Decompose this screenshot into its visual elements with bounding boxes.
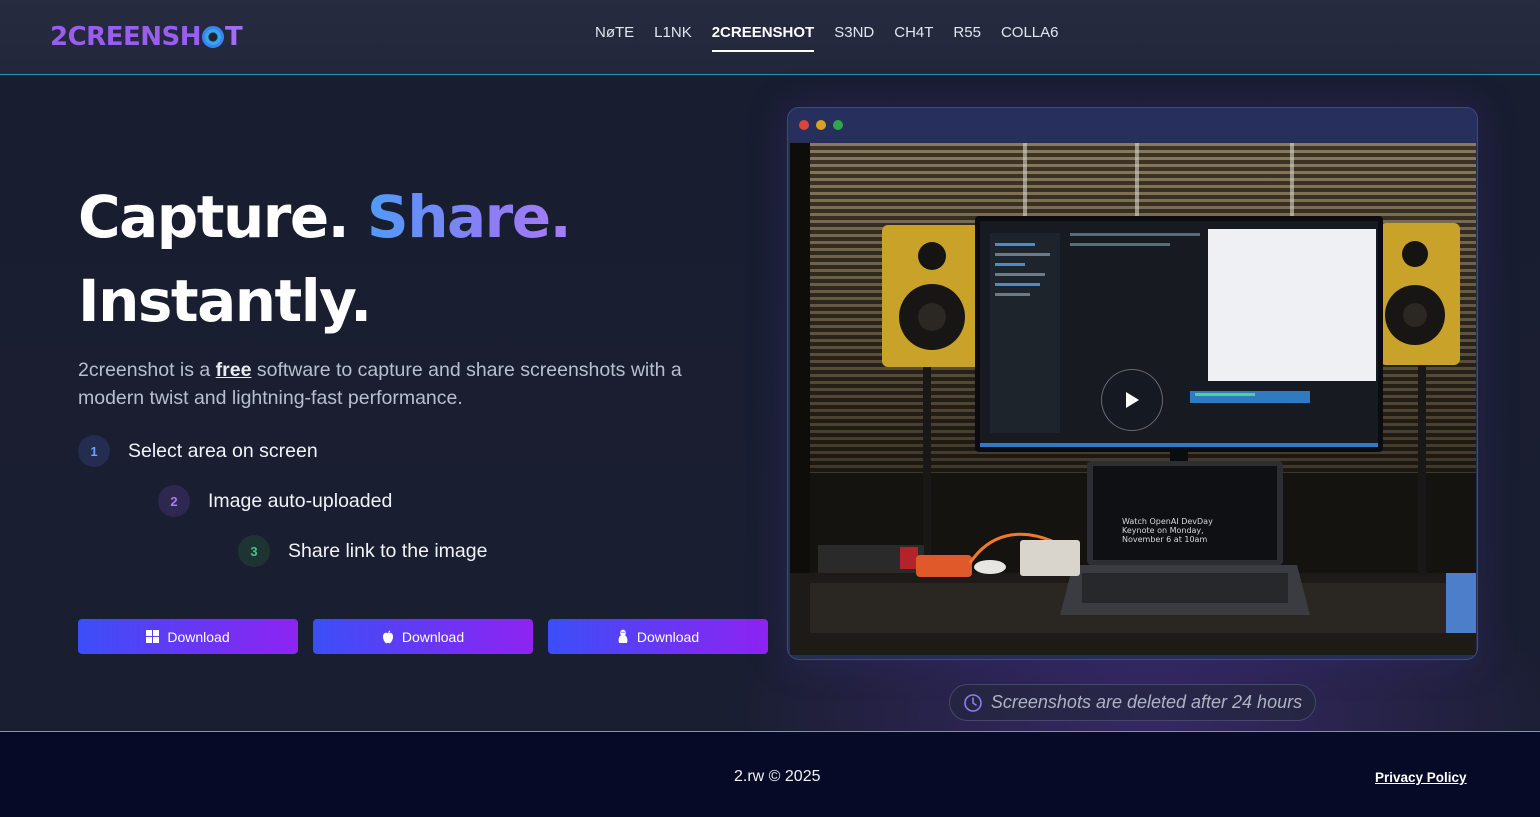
step-number-badge: 3 — [238, 535, 270, 567]
maximize-dot-icon — [833, 120, 843, 130]
logo[interactable]: 2CREENSH T — [50, 20, 243, 54]
main-nav: NøTE L1NK 2CREENSHOT S3ND CH4T R55 COLLA… — [595, 24, 1059, 52]
nav-item-screenshot[interactable]: 2CREENSHOT — [711, 24, 815, 52]
clock-icon — [964, 693, 982, 712]
apple-icon — [382, 630, 393, 643]
aperture-icon — [201, 26, 224, 48]
play-icon — [1126, 392, 1139, 408]
logo-text: 2CREENSH — [50, 22, 201, 52]
privacy-policy-link[interactable]: Privacy Policy — [1375, 770, 1467, 785]
free-link[interactable]: free — [216, 359, 252, 381]
nav-item-rss[interactable]: R55 — [953, 24, 981, 52]
step-label: Select area on screen — [128, 439, 318, 462]
headline-capture: Capture. — [78, 183, 350, 251]
download-macos-button[interactable]: Download — [313, 619, 533, 654]
nav-item-chat[interactable]: CH4T — [894, 24, 933, 52]
step-number-badge: 1 — [78, 435, 110, 467]
minimize-dot-icon — [816, 120, 826, 130]
hero-description: 2creenshot is a free software to capture… — [78, 356, 718, 412]
close-dot-icon — [799, 120, 809, 130]
step-share-link: 3 Share link to the image — [238, 535, 487, 567]
hero-section: Capture. Share. Instantly. 2creenshot is… — [0, 75, 1540, 731]
linux-icon — [618, 629, 628, 643]
preview-window: Watch OpenAI DevDay Keynote on Monday, Nov… — [787, 107, 1478, 660]
download-windows-button[interactable]: Download — [78, 619, 298, 654]
headline-instantly: Instantly. — [78, 267, 372, 335]
step-select-area: 1 Select area on screen — [78, 435, 318, 467]
download-label: Download — [167, 628, 230, 645]
hero-headline: Capture. Share. Instantly. — [78, 175, 572, 343]
laptop-screen-text: Watch OpenAI DevDay Keynote on Monday, Nov… — [1122, 517, 1213, 544]
notice-text: Screenshots are deleted after 24 hours — [990, 692, 1303, 712]
nav-item-send[interactable]: S3ND — [834, 24, 874, 52]
copyright-text: 2.rw © 2025 — [734, 768, 821, 785]
lead-text-start: 2creenshot is a — [78, 359, 216, 381]
window-titlebar — [788, 108, 1477, 142]
site-header: 2CREENSH T NøTE L1NK 2CREENSHOT S3ND CH4… — [0, 0, 1540, 75]
logo-text-suffix: T — [224, 22, 243, 52]
nav-item-collab[interactable]: COLLA6 — [1001, 24, 1059, 52]
windows-icon — [146, 630, 160, 643]
nav-item-link[interactable]: L1NK — [654, 24, 692, 52]
download-label: Download — [636, 628, 700, 645]
step-auto-upload: 2 Image auto-uploaded — [158, 485, 392, 517]
step-number-badge: 2 — [158, 485, 190, 517]
play-button[interactable] — [1101, 369, 1163, 431]
site-footer: 2.rw © 2025 Privacy Policy — [0, 731, 1540, 817]
download-linux-button[interactable]: Download — [548, 619, 768, 654]
headline-share: Share. — [366, 183, 572, 251]
download-label: Download — [401, 628, 465, 645]
step-label: Share link to the image — [288, 539, 488, 562]
nav-item-note[interactable]: NøTE — [595, 24, 634, 52]
retention-notice: Screenshots are deleted after 24 hours — [949, 684, 1316, 721]
step-label: Image auto-uploaded — [208, 489, 393, 512]
